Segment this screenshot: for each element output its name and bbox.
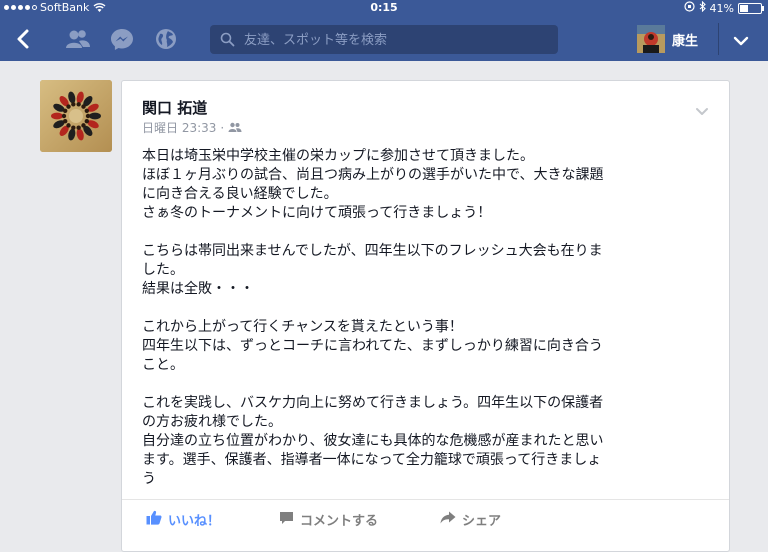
share-button[interactable]: シェア (440, 510, 501, 529)
battery-icon (738, 2, 764, 14)
comment-label: コメントする (300, 514, 379, 529)
search-input[interactable] (242, 29, 546, 52)
status-bar: SoftBank 0:15 41% (0, 0, 768, 17)
meta-separator: · (220, 120, 225, 135)
nav-divider (718, 23, 719, 55)
friends-audience-icon (228, 121, 242, 135)
bluetooth-icon (699, 0, 706, 15)
like-label: いいね！ (168, 514, 221, 529)
comment-bubble-icon (279, 511, 294, 529)
share-label: シェア (462, 514, 502, 529)
chevron-down-icon[interactable] (733, 32, 749, 51)
clock: 0:15 (370, 1, 398, 14)
profile-name[interactable]: 康生 (672, 30, 698, 49)
post-meta: 日曜日 23:33 · (142, 119, 242, 136)
post-options-chevron-icon[interactable] (695, 101, 709, 120)
orientation-lock-icon (683, 1, 695, 15)
battery-percent: 41% (709, 1, 734, 15)
post-timestamp[interactable]: 日曜日 23:33 (142, 119, 216, 136)
search-bar[interactable] (210, 25, 558, 54)
back-arrow-icon[interactable] (13, 28, 37, 50)
like-button[interactable]: いいね！ (146, 510, 220, 529)
comment-button[interactable]: コメントする (279, 510, 378, 529)
profile-avatar[interactable] (637, 25, 665, 53)
post-actions-bar: いいね！ コメントする シェア (122, 499, 729, 536)
post-body-text: 本日は埼玉栄中学校主催の栄カップに参加させて頂きました。 ほぼ１ヶ月ぶりの試合、… (142, 148, 604, 487)
notifications-globe-icon[interactable] (155, 28, 179, 50)
thumbs-up-icon (146, 510, 162, 529)
author-avatar[interactable] (40, 80, 112, 152)
messenger-icon[interactable] (110, 28, 134, 50)
friend-requests-icon[interactable] (65, 28, 90, 50)
post-author-name[interactable]: 関口 拓道 (142, 97, 207, 118)
share-arrow-icon (440, 511, 456, 528)
top-navigation-bar: 康生 (0, 17, 768, 61)
post-card: 関口 拓道 日曜日 23:33 · 本日は埼玉栄中学校主催の栄カップに参加させて… (121, 80, 730, 552)
search-icon (220, 32, 235, 51)
